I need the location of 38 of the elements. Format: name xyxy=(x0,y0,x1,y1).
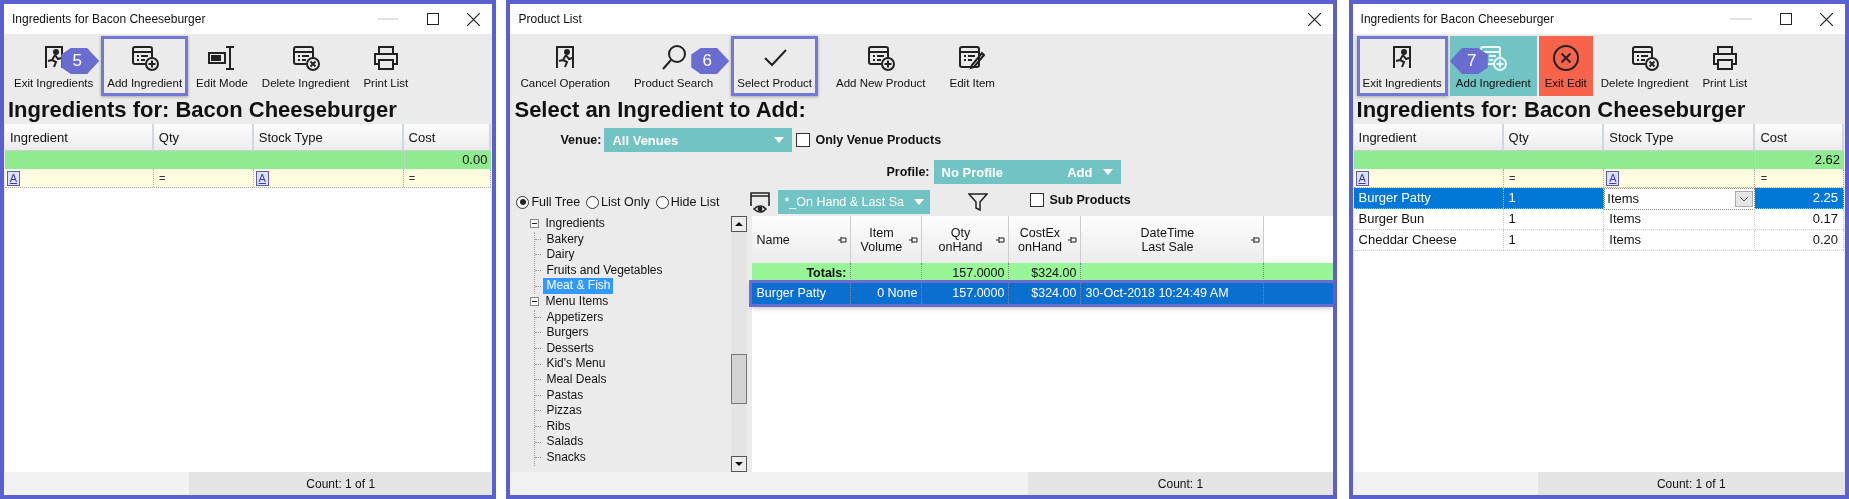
checkbox-label: Sub Products xyxy=(1049,193,1131,207)
table-cell: Cheddar Cheese xyxy=(1353,230,1504,250)
column-title: Name xyxy=(756,232,790,247)
column-title: CostEx onHand xyxy=(1017,225,1063,254)
record-count: Count: 1 of 1 xyxy=(306,476,376,491)
window-title: Ingredients for Bacon Cheeseburger xyxy=(1360,12,1554,26)
profile-value: No Profile xyxy=(941,164,1003,180)
table-cell: 1 xyxy=(1503,230,1605,250)
table-cell: 2.25 xyxy=(1755,188,1844,210)
table-cell: Burger Patty xyxy=(752,283,852,304)
field-label: Venue: xyxy=(560,133,601,147)
table-cell: 0.20 xyxy=(1755,230,1844,250)
total-cell: 0.00 xyxy=(403,151,492,169)
table-cell: $324.00 xyxy=(1009,283,1082,304)
table-cell: 157.0000 xyxy=(922,283,1010,304)
total-cell: 2.62 xyxy=(1755,151,1844,169)
column-title: DateTime Last Sale xyxy=(1139,225,1196,254)
column-title: Qty onHand xyxy=(937,225,984,254)
table-cell: Burger Bun xyxy=(1353,209,1504,229)
field-label: Profile: xyxy=(886,165,930,179)
page-heading: Ingredients for: Bacon Cheeseburger xyxy=(1355,96,1747,124)
table-cell: 0.17 xyxy=(1755,209,1844,229)
step-tooltip: 5 xyxy=(61,48,100,74)
column-title: Item Volume xyxy=(859,225,904,254)
record-count: Count: 1 of 1 xyxy=(1656,476,1726,491)
table-cell: 30-Oct-2018 10:24:49 AM xyxy=(1081,283,1265,304)
window-title: Product List xyxy=(518,12,582,26)
table-cell: Items xyxy=(1604,209,1756,229)
checkbox-label: Only Venue Products xyxy=(815,133,942,147)
table-cell: 0 None xyxy=(851,283,923,304)
table-cell: Items xyxy=(1604,230,1756,250)
table-cell: 1 xyxy=(1503,209,1605,229)
table-cell: Burger Patty xyxy=(1353,188,1504,210)
step-tooltip: 6 xyxy=(691,48,730,74)
window-title: Ingredients for Bacon Cheeseburger xyxy=(12,12,206,26)
page-heading: Select an Ingredient to Add: xyxy=(513,96,807,124)
record-count: Count: 1 xyxy=(1157,476,1204,491)
page-heading: Ingredients for: Bacon Cheeseburger xyxy=(7,96,398,124)
